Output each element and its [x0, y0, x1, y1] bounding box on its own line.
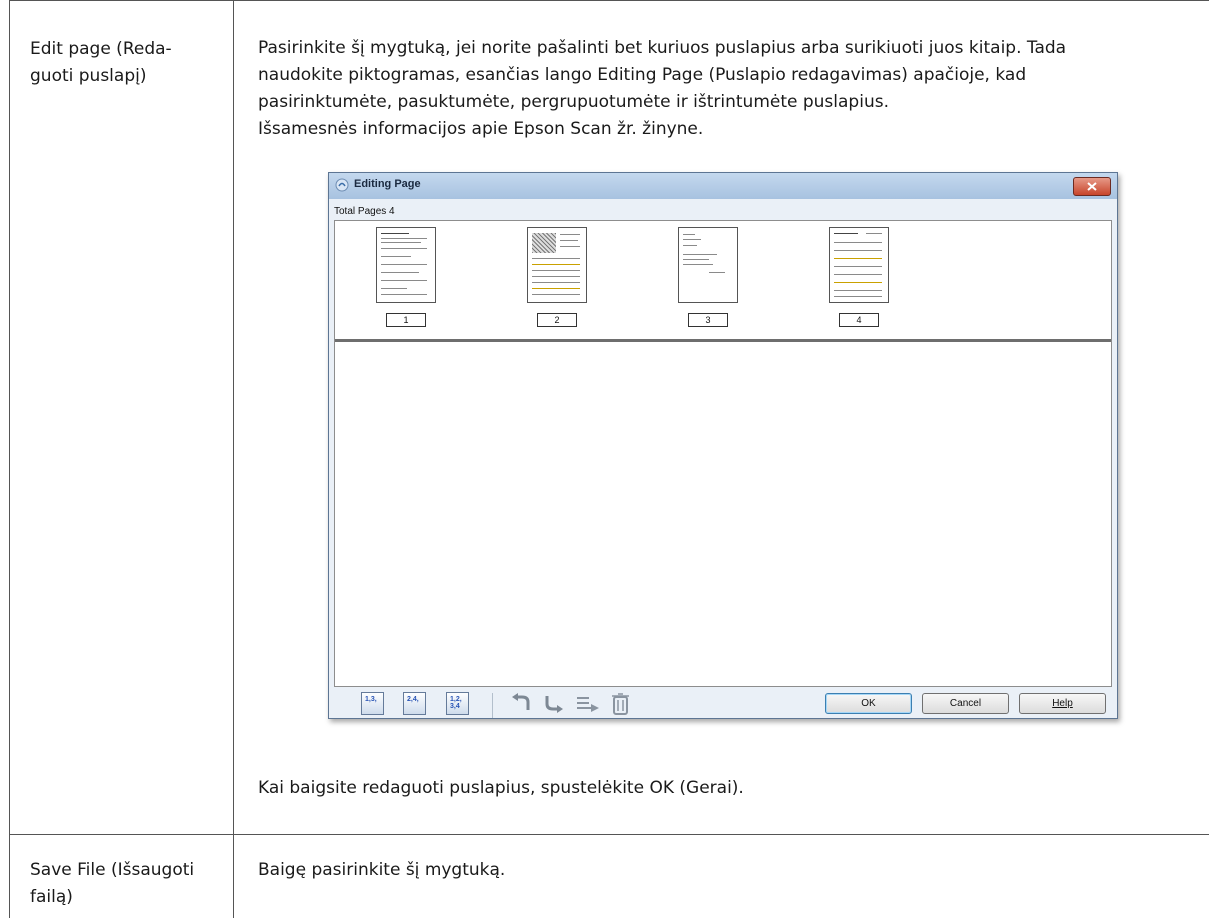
table-left-border	[9, 0, 10, 918]
thumbnail-strip-divider	[335, 339, 1111, 342]
table-top-border	[9, 0, 1209, 1]
table-column-divider	[233, 0, 234, 918]
page-number-box: 1	[386, 313, 426, 327]
close-button[interactable]	[1073, 177, 1111, 196]
help-button[interactable]: Help	[1019, 693, 1106, 714]
page-thumbnail[interactable]	[527, 227, 587, 303]
select-even-pages-label: 2,4,	[407, 696, 419, 703]
rotate-right-icon[interactable]	[543, 692, 566, 715]
close-icon	[1087, 182, 1097, 191]
page-thumbnails-pane[interactable]: 1 2 3 4	[334, 220, 1112, 687]
table-row-divider	[9, 834, 1209, 835]
page-number-box: 4	[839, 313, 879, 327]
page-thumbnail[interactable]	[829, 227, 889, 303]
select-all-pages-icon[interactable]: 1,2, 3,4	[446, 692, 469, 715]
editing-page-dialog: Editing Page Total Pages 4 1 2 3 4 1,3, …	[328, 172, 1118, 719]
row-label-save-file: Save File (Išsaugoti failą)	[30, 860, 195, 907]
epson-scan-app-icon	[335, 178, 349, 192]
cancel-button[interactable]: Cancel	[922, 693, 1009, 714]
description-line: Pasirinkite šį mygtuką, jei norite pašal…	[258, 38, 1067, 58]
page-thumbnail[interactable]	[678, 227, 738, 303]
page-number-box: 3	[688, 313, 728, 327]
select-all-pages-label: 1,2, 3,4	[450, 696, 462, 710]
select-odd-pages-icon[interactable]: 1,3,	[361, 692, 384, 715]
description-line: pasirinktumėte, pasuktumėte, pergrupuotu…	[258, 92, 889, 112]
row-description-edit-page: Pasirinkite šį mygtuką, jei norite pašal…	[258, 35, 1188, 143]
rotate-left-icon[interactable]	[510, 692, 533, 715]
toolbar-separator	[492, 693, 493, 718]
page-thumbnail[interactable]	[376, 227, 436, 303]
after-edit-note: Kai baigsite redaguoti puslapius, spuste…	[258, 778, 744, 798]
description-line: naudokite piktogramas, esančias lango Ed…	[258, 65, 1027, 85]
regroup-pages-icon[interactable]	[575, 692, 599, 715]
page-number-box: 2	[537, 313, 577, 327]
total-pages-label: Total Pages 4	[334, 206, 395, 217]
select-even-pages-icon[interactable]: 2,4,	[403, 692, 426, 715]
select-odd-pages-label: 1,3,	[365, 696, 377, 703]
row-description-save-file: Baigę pasirinkite šį mygtuką.	[258, 860, 506, 880]
description-line: Išsamesnės informacijos apie Epson Scan …	[258, 119, 704, 139]
row-label-edit-page: Edit page (Reda- guoti puslapį)	[30, 39, 172, 86]
delete-page-icon[interactable]	[609, 692, 632, 715]
dialog-title-bar: Editing Page	[329, 173, 1117, 199]
dialog-toolbar: 1,3, 2,4, 1,2, 3,4 OK Cancel Help	[329, 685, 1117, 718]
ok-button[interactable]: OK	[825, 693, 912, 714]
help-label: Help	[1052, 698, 1073, 709]
dialog-title: Editing Page	[354, 178, 421, 190]
